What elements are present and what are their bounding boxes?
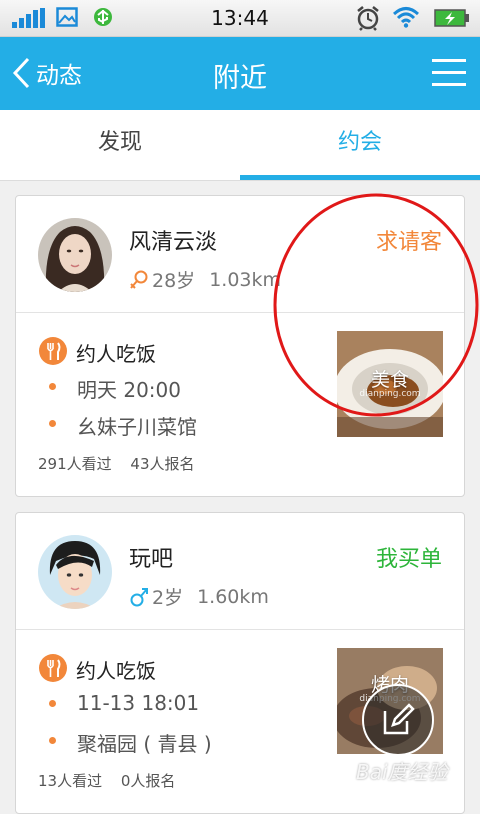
username[interactable]: 风清云淡 [129,224,217,256]
activity-place: 幺妹子川菜馆 [77,415,197,439]
food-thumbnail[interactable]: 美食 dianping.com [337,331,443,437]
chevron-left-icon [12,57,30,89]
thumb-label: 美食 [370,369,409,391]
thumb-source: dianping.com [359,389,421,399]
alarm-icon [357,6,379,31]
title-bar: 动态 附近 [0,37,480,110]
status-bar: 13:44 [0,0,480,37]
tab-label: 约会 [337,130,382,155]
tab-discover[interactable]: 发现 [0,110,240,180]
username[interactable]: 玩吧 [129,541,173,573]
post-header: 玩吧 2岁 1.60km 我买单 [16,513,464,630]
user-age: 28岁 [152,270,196,292]
user-distance: 1.60km [197,585,269,608]
dining-icon [39,654,67,682]
bullet-dot [49,700,56,707]
tab-bar: 发现 约会 [0,110,480,181]
post-stats: 13人看过 0人报名 [38,770,175,791]
bullet-dot [49,420,56,427]
tab-dating[interactable]: 约会 [240,110,480,180]
activity-time: 明天 20:00 [77,378,181,402]
dining-icon [39,337,67,365]
post-header: 风清云淡 28岁 1.03km 求请客 [16,196,464,313]
female-icon [130,270,148,289]
payment-badge: 我买单 [375,547,442,572]
user-meta: 28岁 1.03km [129,266,281,293]
post-stats: 291人看过 43人报名 [38,453,195,474]
back-button[interactable]: 动态 [10,53,82,93]
bullet-dot [49,383,56,390]
signup-count: 0人报名 [120,772,176,790]
back-label: 动态 [36,63,82,89]
activity-type: 约人吃饭 [76,342,156,366]
activity-type: 约人吃饭 [76,659,156,683]
activity-time: 11-13 18:01 [77,691,200,715]
bullet-dot [49,737,56,744]
tab-label: 发现 [97,130,142,155]
edit-icon [383,703,415,735]
view-count: 291人看过 [38,455,112,473]
activity-place: 聚福园 ( 青县 ) [77,732,212,756]
user-age: 2岁 [152,587,184,609]
payment-badge: 求请客 [375,230,442,255]
date-post-card[interactable]: 风清云淡 28岁 1.03km 求请客 约人吃饭 明天 20:00 幺妹子川菜馆… [15,195,465,497]
user-meta: 2岁 1.60km [129,583,269,610]
avatar[interactable] [38,218,112,292]
avatar[interactable] [38,535,112,609]
signup-count: 43人报名 [130,455,195,473]
male-icon [130,587,148,606]
user-distance: 1.03km [209,268,282,291]
battery-charging-icon [434,9,469,27]
watermark: Bai度经验 [356,760,448,784]
menu-button[interactable] [432,57,466,89]
tab-active-indicator [240,175,480,180]
view-count: 13人看过 [38,772,103,790]
compose-button[interactable] [362,684,434,756]
wifi-icon [393,7,419,28]
